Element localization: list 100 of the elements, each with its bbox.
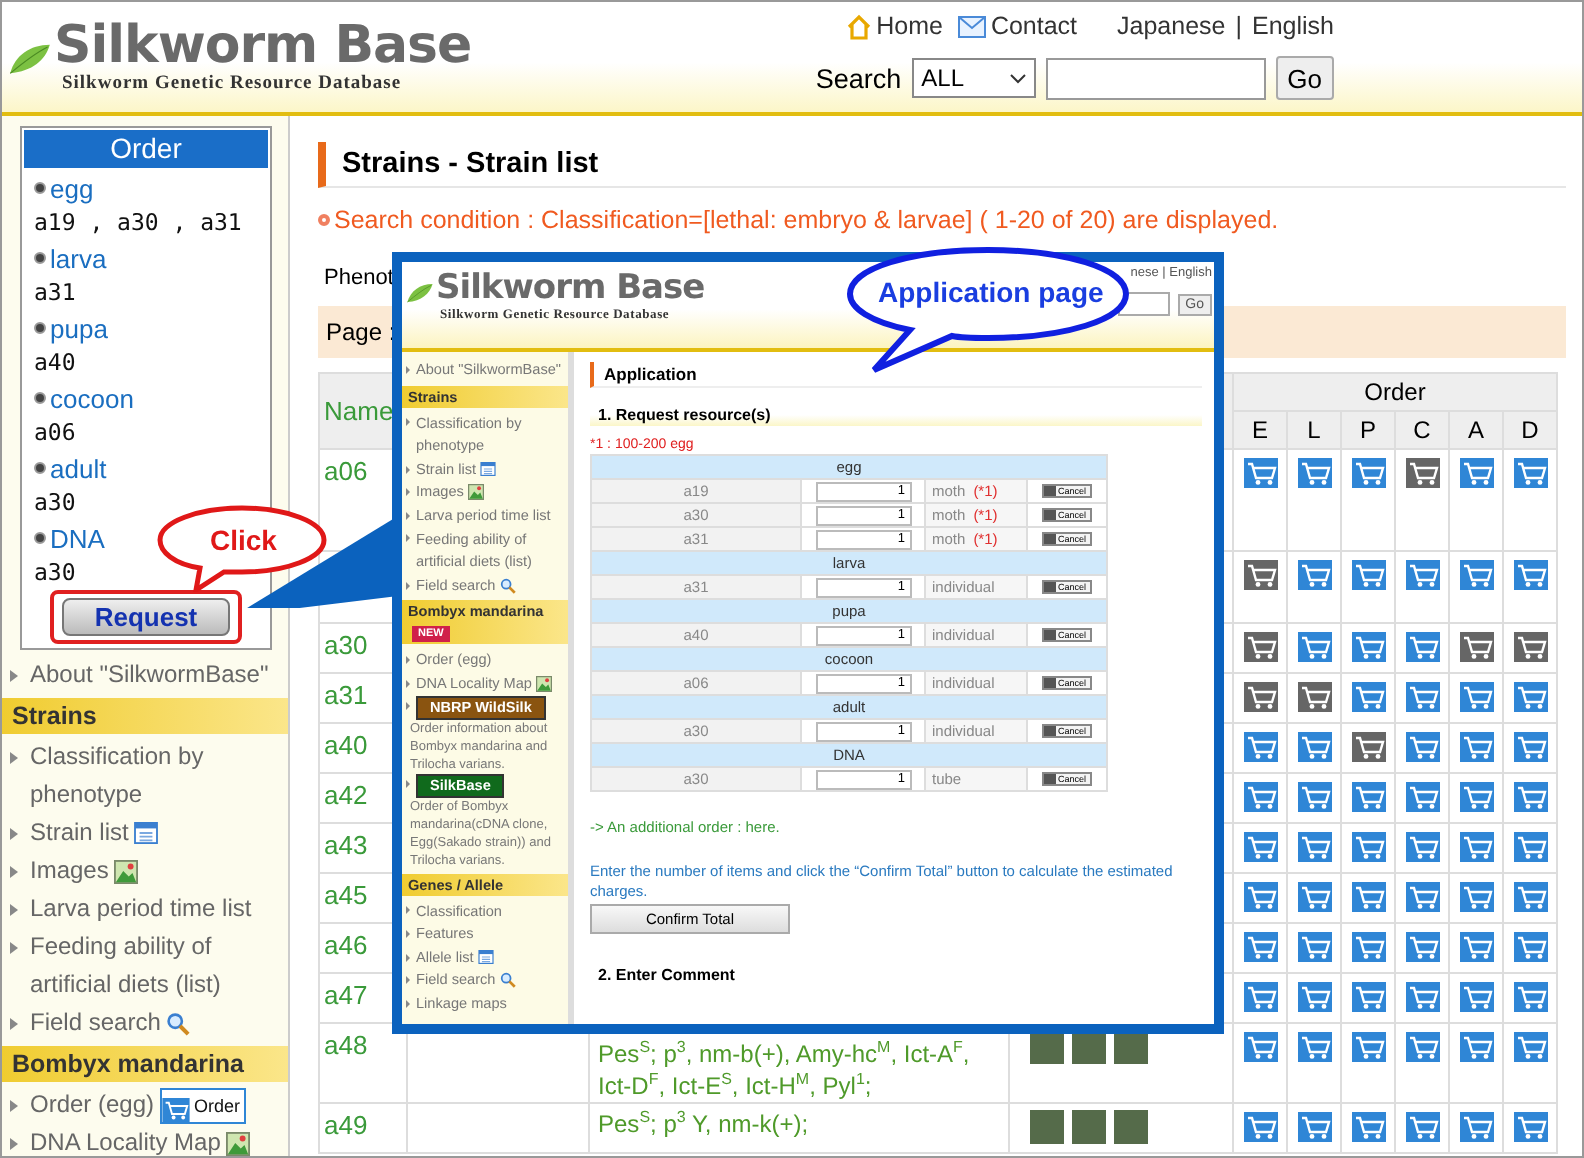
cart-icon[interactable] xyxy=(1297,732,1331,762)
cart-icon[interactable] xyxy=(1459,932,1493,962)
cart-icon[interactable] xyxy=(1513,882,1547,912)
cart-icon[interactable] xyxy=(1513,682,1547,712)
nav-link[interactable]: Images xyxy=(30,852,109,890)
cart-icon[interactable] xyxy=(1405,932,1439,962)
category-link[interactable]: pupa xyxy=(50,313,108,343)
cart-icon[interactable] xyxy=(1243,1112,1277,1142)
cart-icon[interactable] xyxy=(1351,732,1385,762)
cart-icon[interactable] xyxy=(1243,1032,1277,1062)
cart-icon[interactable] xyxy=(1297,832,1331,862)
cart-icon[interactable] xyxy=(1513,1032,1547,1062)
cart-icon[interactable] xyxy=(1459,1032,1493,1062)
cart-icon[interactable] xyxy=(1459,782,1493,812)
cart-icon[interactable] xyxy=(1351,1032,1385,1062)
cart-icon[interactable] xyxy=(1459,458,1493,488)
nav-link[interactable]: Feeding ability of artificial diets (list) xyxy=(30,928,284,1004)
cart-icon[interactable] xyxy=(1459,632,1493,662)
cart-icon[interactable] xyxy=(1351,682,1385,712)
cart-icon[interactable] xyxy=(1243,932,1277,962)
order-button[interactable]: Order xyxy=(160,1087,247,1123)
nav-link[interactable]: Strain list xyxy=(30,814,129,852)
cart-icon[interactable] xyxy=(1459,1112,1493,1142)
cart-icon[interactable] xyxy=(1405,1112,1439,1142)
cart-icon[interactable] xyxy=(1459,832,1493,862)
cart-icon[interactable] xyxy=(1513,732,1547,762)
cart-icon[interactable] xyxy=(1297,782,1331,812)
cart-icon[interactable] xyxy=(1351,632,1385,662)
cart-icon[interactable] xyxy=(1351,560,1385,590)
category-link[interactable]: adult xyxy=(50,453,107,483)
cart-icon[interactable] xyxy=(1513,632,1547,662)
cart-icon[interactable] xyxy=(1297,982,1331,1012)
cart-icon[interactable] xyxy=(1513,932,1547,962)
request-button[interactable]: Request xyxy=(62,598,230,636)
cart-icon[interactable] xyxy=(1297,682,1331,712)
cart-icon[interactable] xyxy=(1405,882,1439,912)
cart-icon[interactable] xyxy=(1297,632,1331,662)
nav-link[interactable]: DNA Locality Map xyxy=(30,1124,221,1156)
cart-icon[interactable] xyxy=(1459,682,1493,712)
cart-icon[interactable] xyxy=(1405,632,1439,662)
cart-icon[interactable] xyxy=(1243,458,1277,488)
language-link[interactable]: Japanese xyxy=(1117,12,1226,40)
cart-icon[interactable] xyxy=(1243,682,1277,712)
cart-icon[interactable] xyxy=(1405,560,1439,590)
cart-icon[interactable] xyxy=(1513,832,1547,862)
nav-link[interactable]: Order (egg) xyxy=(30,1086,155,1124)
cart-icon[interactable] xyxy=(1459,882,1493,912)
cart-icon[interactable] xyxy=(1513,560,1547,590)
cart-icon[interactable] xyxy=(1405,682,1439,712)
cart-icon[interactable] xyxy=(1405,982,1439,1012)
cart-icon[interactable] xyxy=(1243,732,1277,762)
category-link[interactable]: larva xyxy=(50,243,107,273)
cart-icon[interactable] xyxy=(1243,560,1277,590)
cart-icon[interactable] xyxy=(1513,1112,1547,1142)
cart-icon[interactable] xyxy=(1297,1032,1331,1062)
cart-icon[interactable] xyxy=(1405,732,1439,762)
cart-icon[interactable] xyxy=(1243,882,1277,912)
cart-icon[interactable] xyxy=(1459,982,1493,1012)
cart-icon[interactable] xyxy=(1297,458,1331,488)
cart-icon[interactable] xyxy=(1459,732,1493,762)
cart-icon[interactable] xyxy=(1405,832,1439,862)
cart-icon[interactable] xyxy=(1405,458,1439,488)
cart-icon[interactable] xyxy=(1405,782,1439,812)
cart-icon[interactable] xyxy=(1513,458,1547,488)
cart-icon[interactable] xyxy=(1351,1112,1385,1142)
category-link[interactable]: cocoon xyxy=(50,383,134,413)
strain-link[interactable]: a06 xyxy=(320,450,368,486)
cart-icon[interactable] xyxy=(1351,782,1385,812)
cart-icon[interactable] xyxy=(1351,932,1385,962)
language-link[interactable]: English xyxy=(1252,12,1334,40)
nav-link[interactable]: Classification by phenotype xyxy=(30,738,284,814)
cart-icon[interactable] xyxy=(1243,632,1277,662)
cart-icon[interactable] xyxy=(1513,982,1547,1012)
cart-icon[interactable] xyxy=(1297,1112,1331,1142)
cart-icon[interactable] xyxy=(162,1097,191,1121)
cart-icon[interactable] xyxy=(1405,1032,1439,1062)
go-button[interactable]: Go xyxy=(1275,56,1334,100)
cart-icon[interactable] xyxy=(1351,882,1385,912)
cart-icon[interactable] xyxy=(1459,560,1493,590)
logo-title[interactable]: Silkworm Base xyxy=(54,18,472,74)
cart-icon[interactable] xyxy=(1351,982,1385,1012)
search-field[interactable] xyxy=(1045,57,1266,99)
header-link[interactable]: Contact xyxy=(990,12,1078,40)
cart-icon[interactable] xyxy=(1297,932,1331,962)
section-header: Strains xyxy=(2,698,288,734)
nav-link[interactable]: Field search xyxy=(30,1004,161,1042)
cart-icon[interactable] xyxy=(1297,882,1331,912)
scope-dropdown[interactable]: ALL xyxy=(911,58,1036,98)
cart-icon[interactable] xyxy=(1351,832,1385,862)
category-link[interactable]: DNA xyxy=(50,523,105,553)
header-link[interactable]: Home xyxy=(876,12,943,40)
cart-icon[interactable] xyxy=(1513,782,1547,812)
cart-icon[interactable] xyxy=(1243,832,1277,862)
cart-icon[interactable] xyxy=(1351,458,1385,488)
category-link[interactable]: egg xyxy=(50,173,94,203)
cart-icon[interactable] xyxy=(1243,982,1277,1012)
cart-icon[interactable] xyxy=(1243,782,1277,812)
nav-link[interactable]: Larva period time list xyxy=(30,890,252,928)
cart-icon[interactable] xyxy=(1297,560,1331,590)
nav-link[interactable]: About "SilkwormBase" xyxy=(30,656,269,694)
